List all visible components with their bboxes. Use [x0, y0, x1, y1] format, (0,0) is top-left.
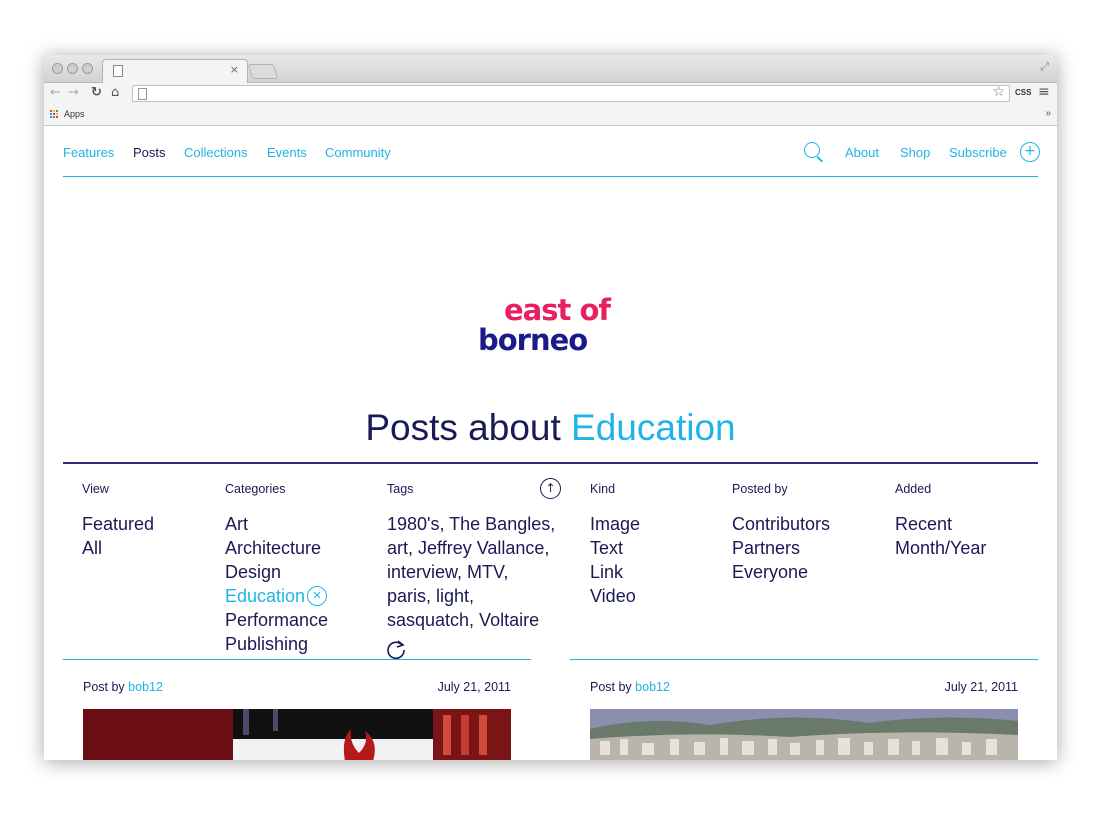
minimize-window-button[interactable]	[67, 63, 78, 74]
reload-icon[interactable]: ↻	[91, 85, 102, 100]
browser-tab[interactable]: ×	[102, 59, 248, 83]
nav-link-shop[interactable]: Shop	[900, 145, 930, 160]
post-thumbnail[interactable]	[590, 709, 1018, 760]
nav-link-features[interactable]: Features	[63, 145, 114, 160]
refresh-icon[interactable]	[385, 638, 407, 660]
post-by-label: Post by	[590, 680, 632, 694]
post-card[interactable]: Post by bob12 July 21, 2011	[63, 659, 531, 760]
nav-link-collections[interactable]: Collections	[184, 145, 248, 160]
logo-line-1: east of	[504, 293, 611, 327]
menu-icon[interactable]: ≡	[1038, 84, 1050, 100]
collapse-arrow-up-icon[interactable]: ↑	[540, 478, 561, 499]
category-art[interactable]: Art	[225, 512, 328, 536]
fullscreen-icon[interactable]: ⤢	[1040, 60, 1049, 74]
forward-icon[interactable]: →	[68, 85, 79, 100]
post-card[interactable]: Post by bob12 July 21, 2011	[570, 659, 1038, 760]
page-icon	[113, 65, 123, 77]
bookmark-star-icon[interactable]: ☆	[992, 84, 1005, 100]
filter-posted-by: Posted by Contributors Partners Everyone	[732, 482, 830, 584]
plus-icon[interactable]: +	[1020, 142, 1040, 162]
bookmarks-overflow-icon[interactable]: »	[1045, 108, 1051, 119]
kind-video[interactable]: Video	[590, 584, 640, 608]
filter-kind: Kind Image Text Link Video	[590, 482, 640, 608]
browser-window: × ⤢ ← → ↻ ⌂ ☆ CSS ≡ Apps » Features Post…	[44, 55, 1057, 760]
post-thumbnail[interactable]	[83, 709, 511, 760]
page-icon	[138, 88, 147, 100]
close-window-button[interactable]	[52, 63, 63, 74]
nav-link-community[interactable]: Community	[325, 145, 391, 160]
page-title: Posts about Education	[44, 407, 1057, 449]
tab-strip: × ⤢	[44, 55, 1057, 83]
site-content: Features Posts Collections Events Commun…	[44, 126, 1057, 760]
back-icon[interactable]: ←	[50, 85, 61, 100]
logo-line-2: borneo	[478, 323, 587, 354]
browser-toolbar: ← → ↻ ⌂ ☆ CSS ≡	[44, 83, 1057, 105]
category-design[interactable]: Design	[225, 560, 328, 584]
filter-posted-by-label: Posted by	[732, 482, 788, 496]
category-architecture[interactable]: Architecture	[225, 536, 328, 560]
filter-view: View Featured All	[82, 482, 154, 560]
added-month-year[interactable]: Month/Year	[895, 536, 986, 560]
remove-filter-icon[interactable]: ✕	[307, 585, 328, 606]
filter-view-all[interactable]: All	[82, 536, 154, 560]
address-bar[interactable]: ☆	[132, 84, 1010, 102]
kind-link[interactable]: Link	[590, 560, 640, 584]
apps-grid-icon	[50, 110, 59, 119]
site-nav: Features Posts Collections Events Commun…	[63, 126, 1040, 177]
filter-view-label: View	[82, 482, 109, 496]
post-byline: Post by bob12	[590, 680, 670, 694]
posted-by-contributors[interactable]: Contributors	[732, 512, 830, 536]
posted-by-everyone[interactable]: Everyone	[732, 560, 830, 584]
post-author-link[interactable]: bob12	[635, 680, 670, 694]
posted-by-partners[interactable]: Partners	[732, 536, 830, 560]
post-date: July 21, 2011	[437, 680, 511, 694]
nav-link-events[interactable]: Events	[267, 145, 307, 160]
post-date: July 21, 2011	[944, 680, 1018, 694]
east-of-borneo-logo[interactable]: east of borneo	[478, 292, 628, 354]
page-title-prefix: Posts about	[365, 407, 561, 448]
post-author-link[interactable]: bob12	[128, 680, 163, 694]
search-icon[interactable]	[804, 142, 820, 158]
bookmarks-bar: Apps »	[44, 105, 1057, 126]
kind-image[interactable]: Image	[590, 512, 640, 536]
category-performance[interactable]: Performance	[225, 608, 328, 632]
filter-panel: View Featured All Categories Art Archite…	[44, 466, 1057, 666]
category-education-label: Education	[225, 586, 306, 606]
category-education-selected[interactable]: Education ✕	[225, 584, 328, 608]
added-recent[interactable]: Recent	[895, 512, 986, 536]
title-divider	[63, 462, 1038, 464]
filter-kind-label: Kind	[590, 482, 616, 496]
css-extension-icon[interactable]: CSS	[1015, 88, 1031, 97]
home-icon[interactable]: ⌂	[111, 85, 119, 100]
filter-added: Added Recent Month/Year	[895, 482, 986, 560]
post-by-label: Post by	[83, 680, 125, 694]
filter-view-featured[interactable]: Featured	[82, 512, 154, 536]
filter-added-label: Added	[895, 482, 932, 496]
filter-categories: Categories Art Architecture Design Educa…	[225, 482, 328, 656]
tags-list[interactable]: 1980's, The Bangles, art, Jeffrey Vallan…	[387, 512, 557, 632]
filter-categories-label: Categories	[225, 482, 286, 496]
filter-tags-label: Tags	[387, 482, 414, 496]
apps-bookmark[interactable]: Apps	[64, 109, 85, 119]
tab-close-icon[interactable]: ×	[230, 63, 239, 76]
nav-link-posts[interactable]: Posts	[133, 145, 166, 160]
new-tab-button[interactable]	[247, 64, 279, 79]
zoom-window-button[interactable]	[82, 63, 93, 74]
nav-link-about[interactable]: About	[845, 145, 879, 160]
filter-tags: Tags 1980's, The Bangles, art, Jeffrey V…	[387, 482, 557, 632]
category-publishing[interactable]: Publishing	[225, 632, 328, 656]
nav-link-subscribe[interactable]: Subscribe	[949, 145, 1007, 160]
page-title-topic[interactable]: Education	[571, 407, 736, 448]
kind-text[interactable]: Text	[590, 536, 640, 560]
post-byline: Post by bob12	[83, 680, 163, 694]
